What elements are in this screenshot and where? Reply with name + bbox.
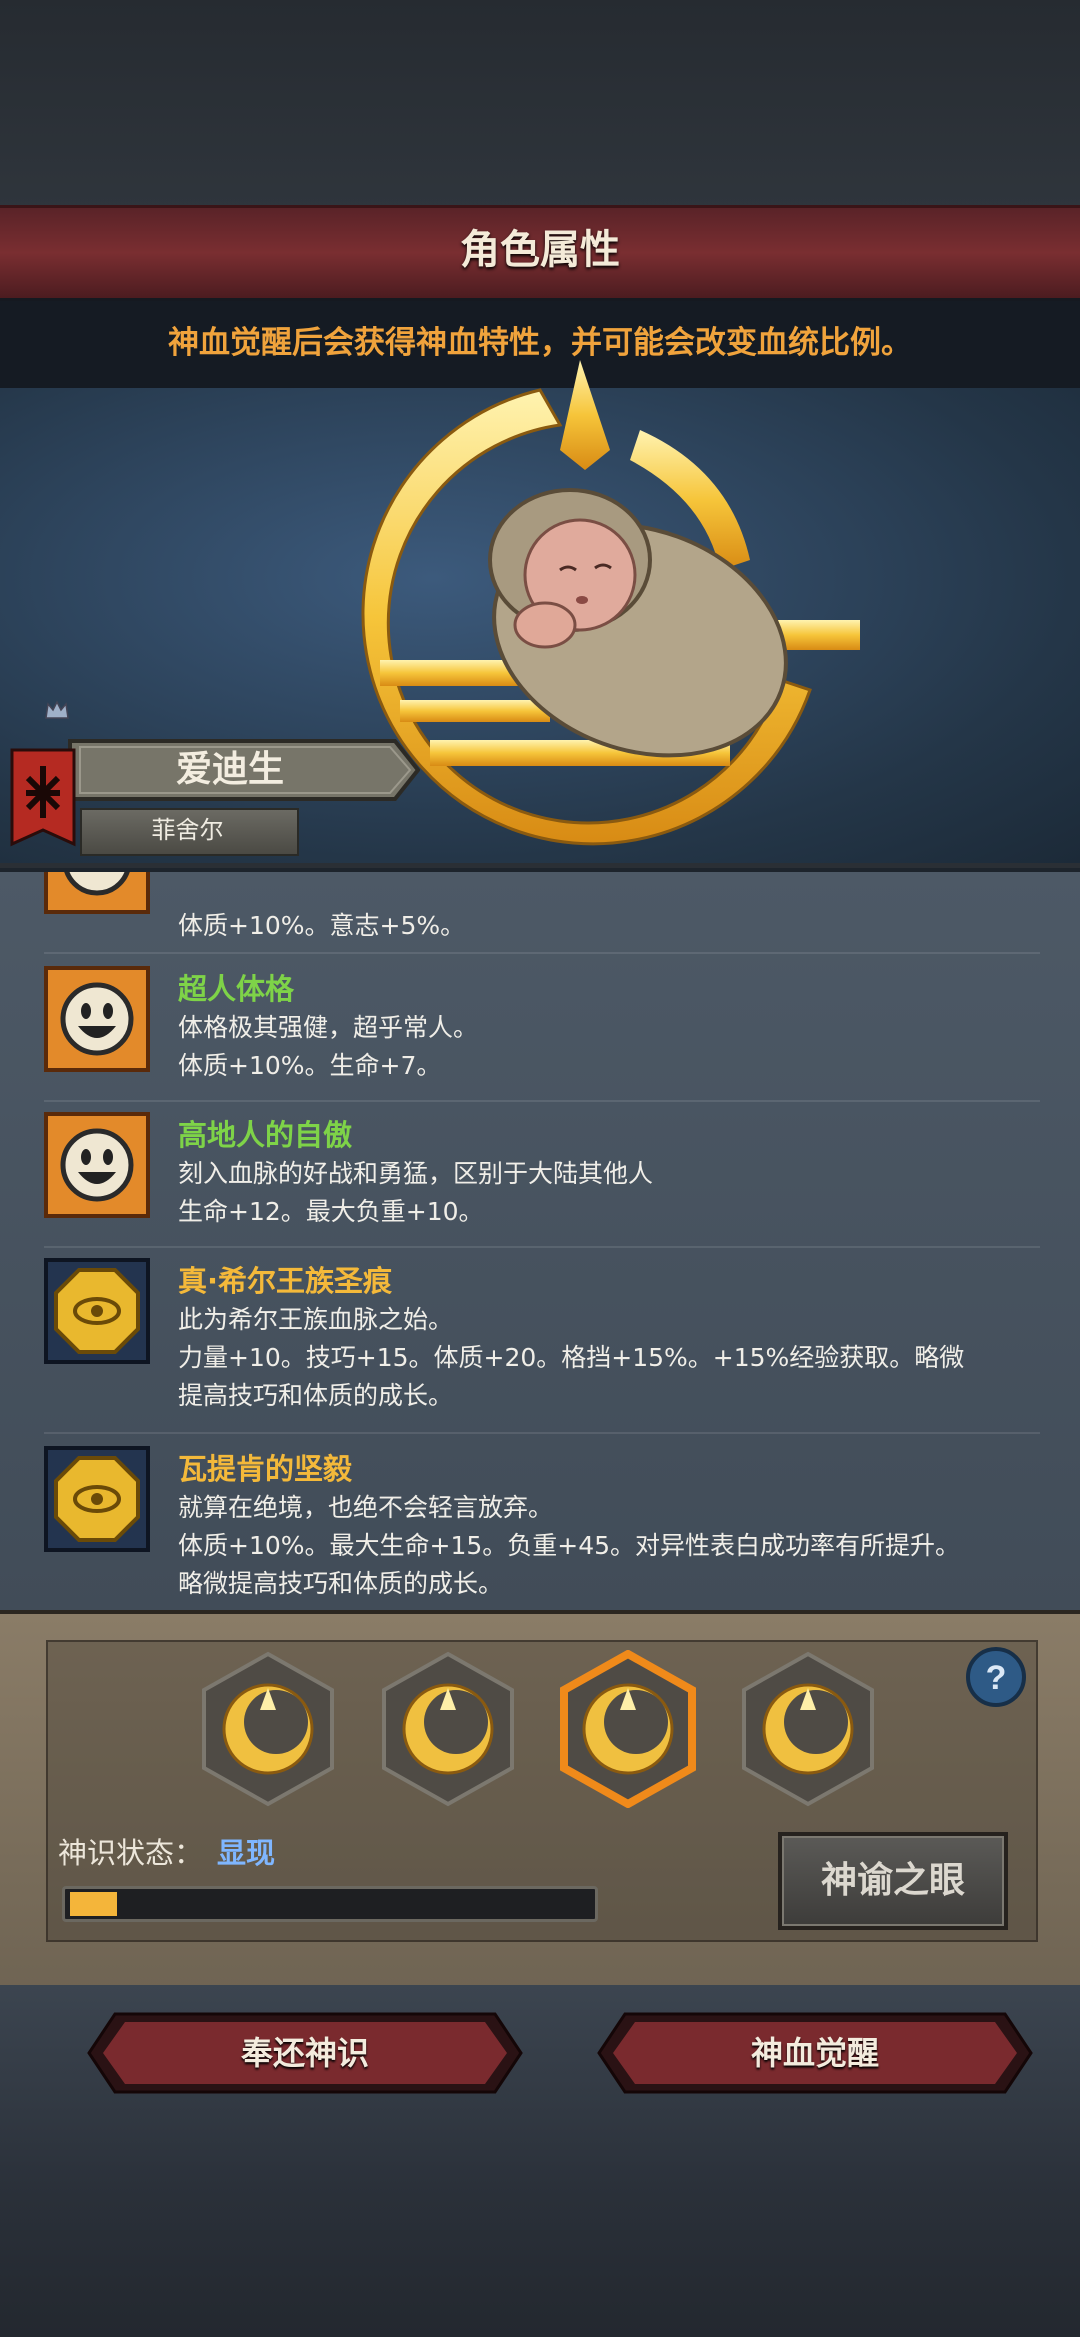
divine-status-value: 显现 xyxy=(217,1836,276,1870)
trait-stat-line: 体质+10%。意志+5%。 xyxy=(178,911,466,940)
trait-stat-line: 力量+10。技巧+15。体质+20。格挡+15%。+15%经验获取。略微 xyxy=(178,1343,965,1372)
return-divine-button-label[interactable]: 奉还神识 xyxy=(85,2010,525,2096)
trait-title: 真·希尔王族圣痕 xyxy=(178,1264,393,1298)
divider xyxy=(44,1432,1040,1434)
baby-portrait xyxy=(488,488,788,758)
trait-stat-line: 提高技巧和体质的成长。 xyxy=(178,1381,454,1410)
trait-list[interactable]: 体质+10%。意志+5%。 超人体格 体格极其强健，超乎常人。 体质+10%。生… xyxy=(0,868,1080,1614)
svg-text:?: ? xyxy=(986,1659,1007,1697)
divine-progress-bar xyxy=(62,1886,598,1922)
smiley-icon xyxy=(44,966,150,1072)
golden-eye-icon xyxy=(44,1446,150,1552)
trait-description: 此为希尔王族血脉之始。 xyxy=(178,1305,454,1334)
trait-description: 体格极其强健，超乎常人。 xyxy=(178,1013,479,1042)
smiley-icon xyxy=(44,872,150,914)
trait-description: 刻入血脉的好战和勇猛，区别于大陆其他人 xyxy=(178,1159,654,1188)
divine-slot-1[interactable] xyxy=(198,1650,338,1808)
house-banner-icon xyxy=(10,748,76,847)
trait-stat-line: 体质+10%。生命+7。 xyxy=(178,1051,442,1080)
trait-title: 高地人的自傲 xyxy=(178,1118,353,1152)
divider xyxy=(44,1246,1040,1248)
divine-status-label: 神识状态： xyxy=(58,1836,204,1870)
trait-stat-line: 体质+10%。最大生命+15。负重+45。对异性表白成功率有所提升。 xyxy=(178,1531,961,1560)
help-icon[interactable]: ? xyxy=(965,1646,1027,1708)
trait-stat-line: 生命+12。最大负重+10。 xyxy=(178,1197,484,1226)
smiley-icon xyxy=(44,1112,150,1218)
divine-slot-3-selected[interactable] xyxy=(558,1650,698,1808)
divider xyxy=(44,1100,1040,1102)
character-name: 爱迪生 xyxy=(175,749,284,790)
divine-slot-4[interactable] xyxy=(738,1650,878,1808)
trait-description: 就算在绝境，也绝不会轻言放弃。 xyxy=(178,1493,554,1522)
awaken-blood-button-label[interactable]: 神血觉醒 xyxy=(595,2010,1035,2096)
divine-slot-2[interactable] xyxy=(378,1650,518,1808)
rank-crown-icon xyxy=(45,700,69,719)
golden-eye-icon xyxy=(44,1258,150,1364)
divine-progress-fill xyxy=(70,1892,117,1916)
trait-title: 瓦提肯的坚毅 xyxy=(178,1452,353,1486)
trait-title: 超人体格 xyxy=(178,972,295,1006)
character-subtitle: 菲舍尔 xyxy=(151,816,224,844)
page-title: 角色属性 xyxy=(460,227,620,273)
oracle-eye-button-label[interactable]: 神谕之眼 xyxy=(778,1832,1008,1930)
trait-stat-line: 略微提高技巧和体质的成长。 xyxy=(178,1569,504,1598)
top-background xyxy=(0,0,1080,210)
divider xyxy=(44,952,1040,954)
